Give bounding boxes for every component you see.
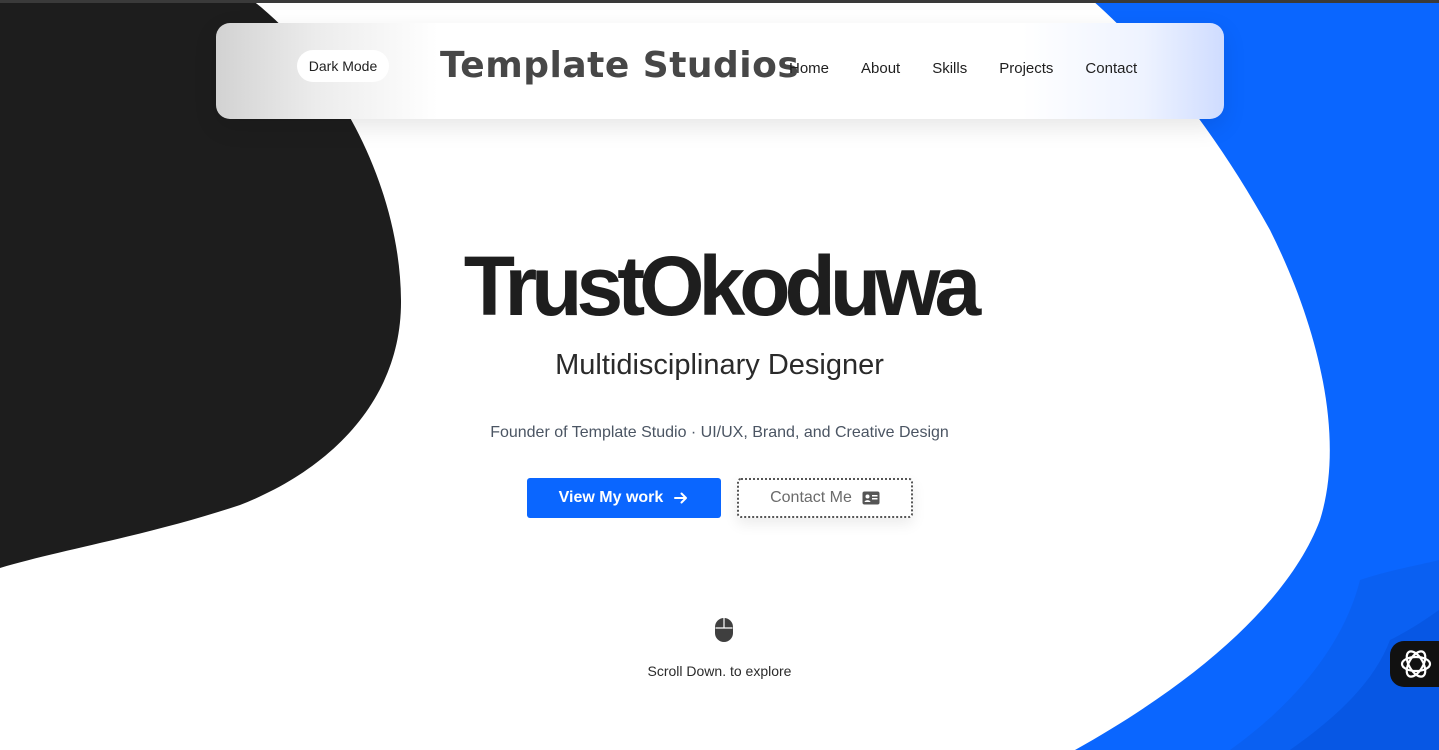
- contact-me-button[interactable]: Contact Me: [737, 478, 913, 518]
- nav-about[interactable]: About: [861, 60, 900, 77]
- id-card-icon: [862, 491, 880, 505]
- hero-title: Multidisciplinary Designer: [555, 349, 884, 381]
- page: Dark Mode Template Studios Home About Sk…: [0, 0, 1439, 750]
- openai-logo-icon: [1400, 650, 1432, 678]
- contact-me-label: Contact Me: [770, 489, 852, 506]
- browser-top-strip: [0, 0, 1439, 3]
- hero-name: TrustOkoduwa: [463, 239, 981, 333]
- navbar: Dark Mode Template Studios Home About Sk…: [216, 23, 1224, 119]
- dark-mode-toggle[interactable]: Dark Mode: [297, 50, 389, 82]
- hero-subtitle: Founder of Template Studio · UI/UX, Bran…: [490, 424, 949, 441]
- nav-projects[interactable]: Projects: [999, 60, 1053, 77]
- arrow-right-icon: [674, 492, 688, 504]
- nav-contact[interactable]: Contact: [1085, 60, 1137, 77]
- brand-logo-text[interactable]: Template Studios: [440, 45, 799, 86]
- assistant-widget-button[interactable]: [1390, 641, 1439, 687]
- nav-home[interactable]: Home: [789, 60, 829, 77]
- main-nav: Home About Skills Projects Contact: [789, 60, 1137, 77]
- mouse-icon: [715, 618, 733, 642]
- scroll-hint: Scroll Down. to explore: [647, 663, 792, 679]
- view-my-work-label: View My work: [558, 489, 664, 506]
- view-my-work-button[interactable]: View My work: [527, 478, 721, 518]
- nav-skills[interactable]: Skills: [932, 60, 967, 77]
